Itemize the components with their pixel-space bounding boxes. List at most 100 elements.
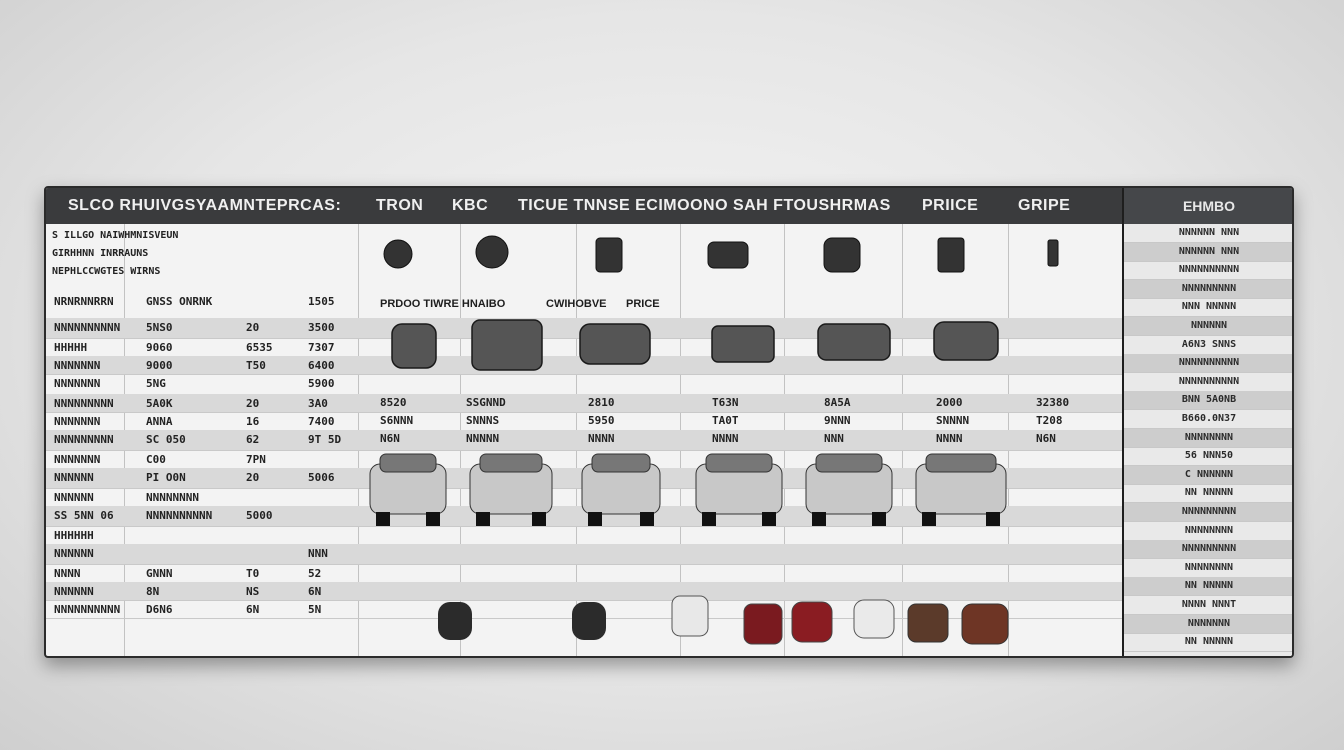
spec-row: 56 NNN50: [1124, 447, 1292, 467]
product-value: 8A5A: [824, 396, 851, 409]
table-cell: 5006: [308, 471, 335, 484]
spec-row: NNNNNNNNNN: [1124, 261, 1292, 281]
table-cell: 6N: [308, 585, 322, 598]
product-value: NNNNN: [466, 432, 500, 445]
engine-part-icon: [823, 237, 861, 273]
right-spec-column: NNNNNN NNN NNNNNN NNN NNNNNNNNNN NNNNNNNNN N…: [1122, 224, 1292, 656]
spec-row: NNNN NNNT: [1124, 596, 1292, 615]
light-icon: [743, 603, 783, 645]
table-cell: 7307: [308, 341, 335, 354]
spec-row: NNN NNNNN: [1124, 298, 1292, 318]
engine-part-icon: [937, 237, 965, 273]
spec-row: NNNNNN NNN: [1124, 242, 1292, 262]
header-col-model: SLCO RHUIVGSYAAMNTEPRCAS:: [68, 197, 342, 214]
engine-part-icon: [707, 241, 749, 269]
table-cell: NNNNNN: [54, 491, 94, 504]
table-cell: 7400: [308, 415, 335, 428]
engine-icon: [933, 321, 999, 361]
vehicle-icon: [581, 453, 661, 526]
product-value: N6N: [380, 432, 400, 445]
engine-icon: [817, 323, 891, 361]
table-cell: HHHHH: [54, 341, 88, 354]
table-cell: SS 5NN 06: [54, 509, 114, 522]
table-cell: NNNNNNN: [54, 377, 101, 390]
spec-row: NNNNNNNN: [1124, 559, 1292, 578]
product-value: NNNN: [712, 432, 739, 445]
product-value: SSGNND: [466, 396, 506, 409]
product-value: NNNN: [936, 432, 963, 445]
table-cell: T50: [246, 359, 266, 372]
product-value: SNNNS: [466, 414, 500, 427]
table-cell: T0: [246, 567, 260, 580]
product-value: 9NNN: [824, 414, 851, 427]
header-col-tron: TRON: [376, 197, 424, 214]
engine-icon: [471, 319, 543, 371]
table-cell: NNNNNNN: [54, 415, 101, 428]
product-value: 8520: [380, 396, 407, 409]
spec-row: BNN 5A0NB: [1124, 391, 1292, 411]
table-cell: 9000: [146, 359, 173, 372]
light-icon: [853, 599, 895, 639]
table-cell: GNSS ONRNK: [146, 295, 213, 308]
table-cell: 20: [246, 471, 260, 484]
spec-row: NNNNNNNNN: [1124, 540, 1292, 560]
table-cell: NNNNNNN: [54, 359, 101, 372]
engine-parts-row-top: [383, 235, 1059, 273]
vehicle-icon: [369, 453, 447, 526]
product-value: T63N: [712, 396, 739, 409]
table-cell: ANNA: [146, 415, 173, 428]
table-cell: NNNNNN: [54, 585, 94, 598]
table-cell: PI O0N: [146, 471, 186, 484]
table-cell: 5N: [308, 603, 322, 616]
spec-row: NNNNNNN: [1124, 614, 1292, 634]
engine-part-icon: [595, 237, 623, 273]
product-value: N6N: [1036, 432, 1056, 445]
table-header: SLCO RHUIVGSYAAMNTEPRCAS: TRON KBC TICUE…: [46, 188, 1122, 224]
table-cell: NNNN: [54, 567, 81, 580]
vehicle-icon: [805, 453, 893, 526]
spec-row: B660.0N37: [1124, 410, 1292, 429]
spec-row: NNNNNNNNNN: [1124, 354, 1292, 374]
table-cell: C00: [146, 453, 166, 466]
spec-row: NNNNNNNNN: [1124, 279, 1292, 299]
spec-row: NNNNNNNN: [1124, 428, 1292, 448]
spec-row: NNNNNNNNNN: [1124, 373, 1292, 392]
header-col-kbc: KBC: [452, 197, 489, 214]
product-value: SNNNN: [936, 414, 970, 427]
header-col-price: PRIICE: [922, 197, 979, 214]
table-cell: 3A0: [308, 397, 328, 410]
light-icon: [572, 602, 606, 640]
spec-row: NNNNNN NNN: [1124, 224, 1292, 243]
table-cell: 7PN: [246, 453, 266, 466]
table-cell: NNNNNNNNN: [54, 433, 114, 446]
table-cell: 8N: [146, 585, 160, 598]
vehicle-icon: [915, 453, 1007, 526]
table-cell: 9T 5D: [308, 433, 342, 446]
table-cell: 16: [246, 415, 260, 428]
product-value: 32380: [1036, 396, 1070, 409]
engine-icon: [711, 325, 775, 363]
table-cell: 1505: [308, 295, 335, 308]
light-icon: [907, 603, 949, 643]
vehicle-icon: [469, 453, 553, 526]
header-col-economy: TICUE TNNSE ECIMOONO SAH FTOUSHRMAS: [518, 197, 891, 214]
product-value: NNNN: [588, 432, 615, 445]
table-cell: 3500: [308, 321, 335, 334]
table-cell: NNNNNNNNNN: [54, 321, 121, 334]
table-cell: 5A0K: [146, 397, 173, 410]
engine-part-icon: [1047, 239, 1059, 267]
lights-row: [438, 595, 1009, 645]
table-cell: 6N: [246, 603, 260, 616]
table-cell: NNN: [308, 547, 328, 560]
spec-row: NN NNNNN: [1124, 484, 1292, 504]
table-cell: 20: [246, 397, 260, 410]
vehicle-icon: [695, 453, 783, 526]
engine-icon: [391, 323, 437, 369]
table-cell: 20: [246, 321, 260, 334]
note-line: S ILLGO NAIWHMNISVEUN: [52, 230, 179, 241]
product-value: S6NNN: [380, 414, 414, 427]
table-cell: NNNNNN: [54, 547, 94, 560]
header-col-right: EHMBO: [1122, 188, 1292, 224]
table-cell: NNNNNNNNNN: [54, 603, 121, 616]
product-value: 2810: [588, 396, 615, 409]
